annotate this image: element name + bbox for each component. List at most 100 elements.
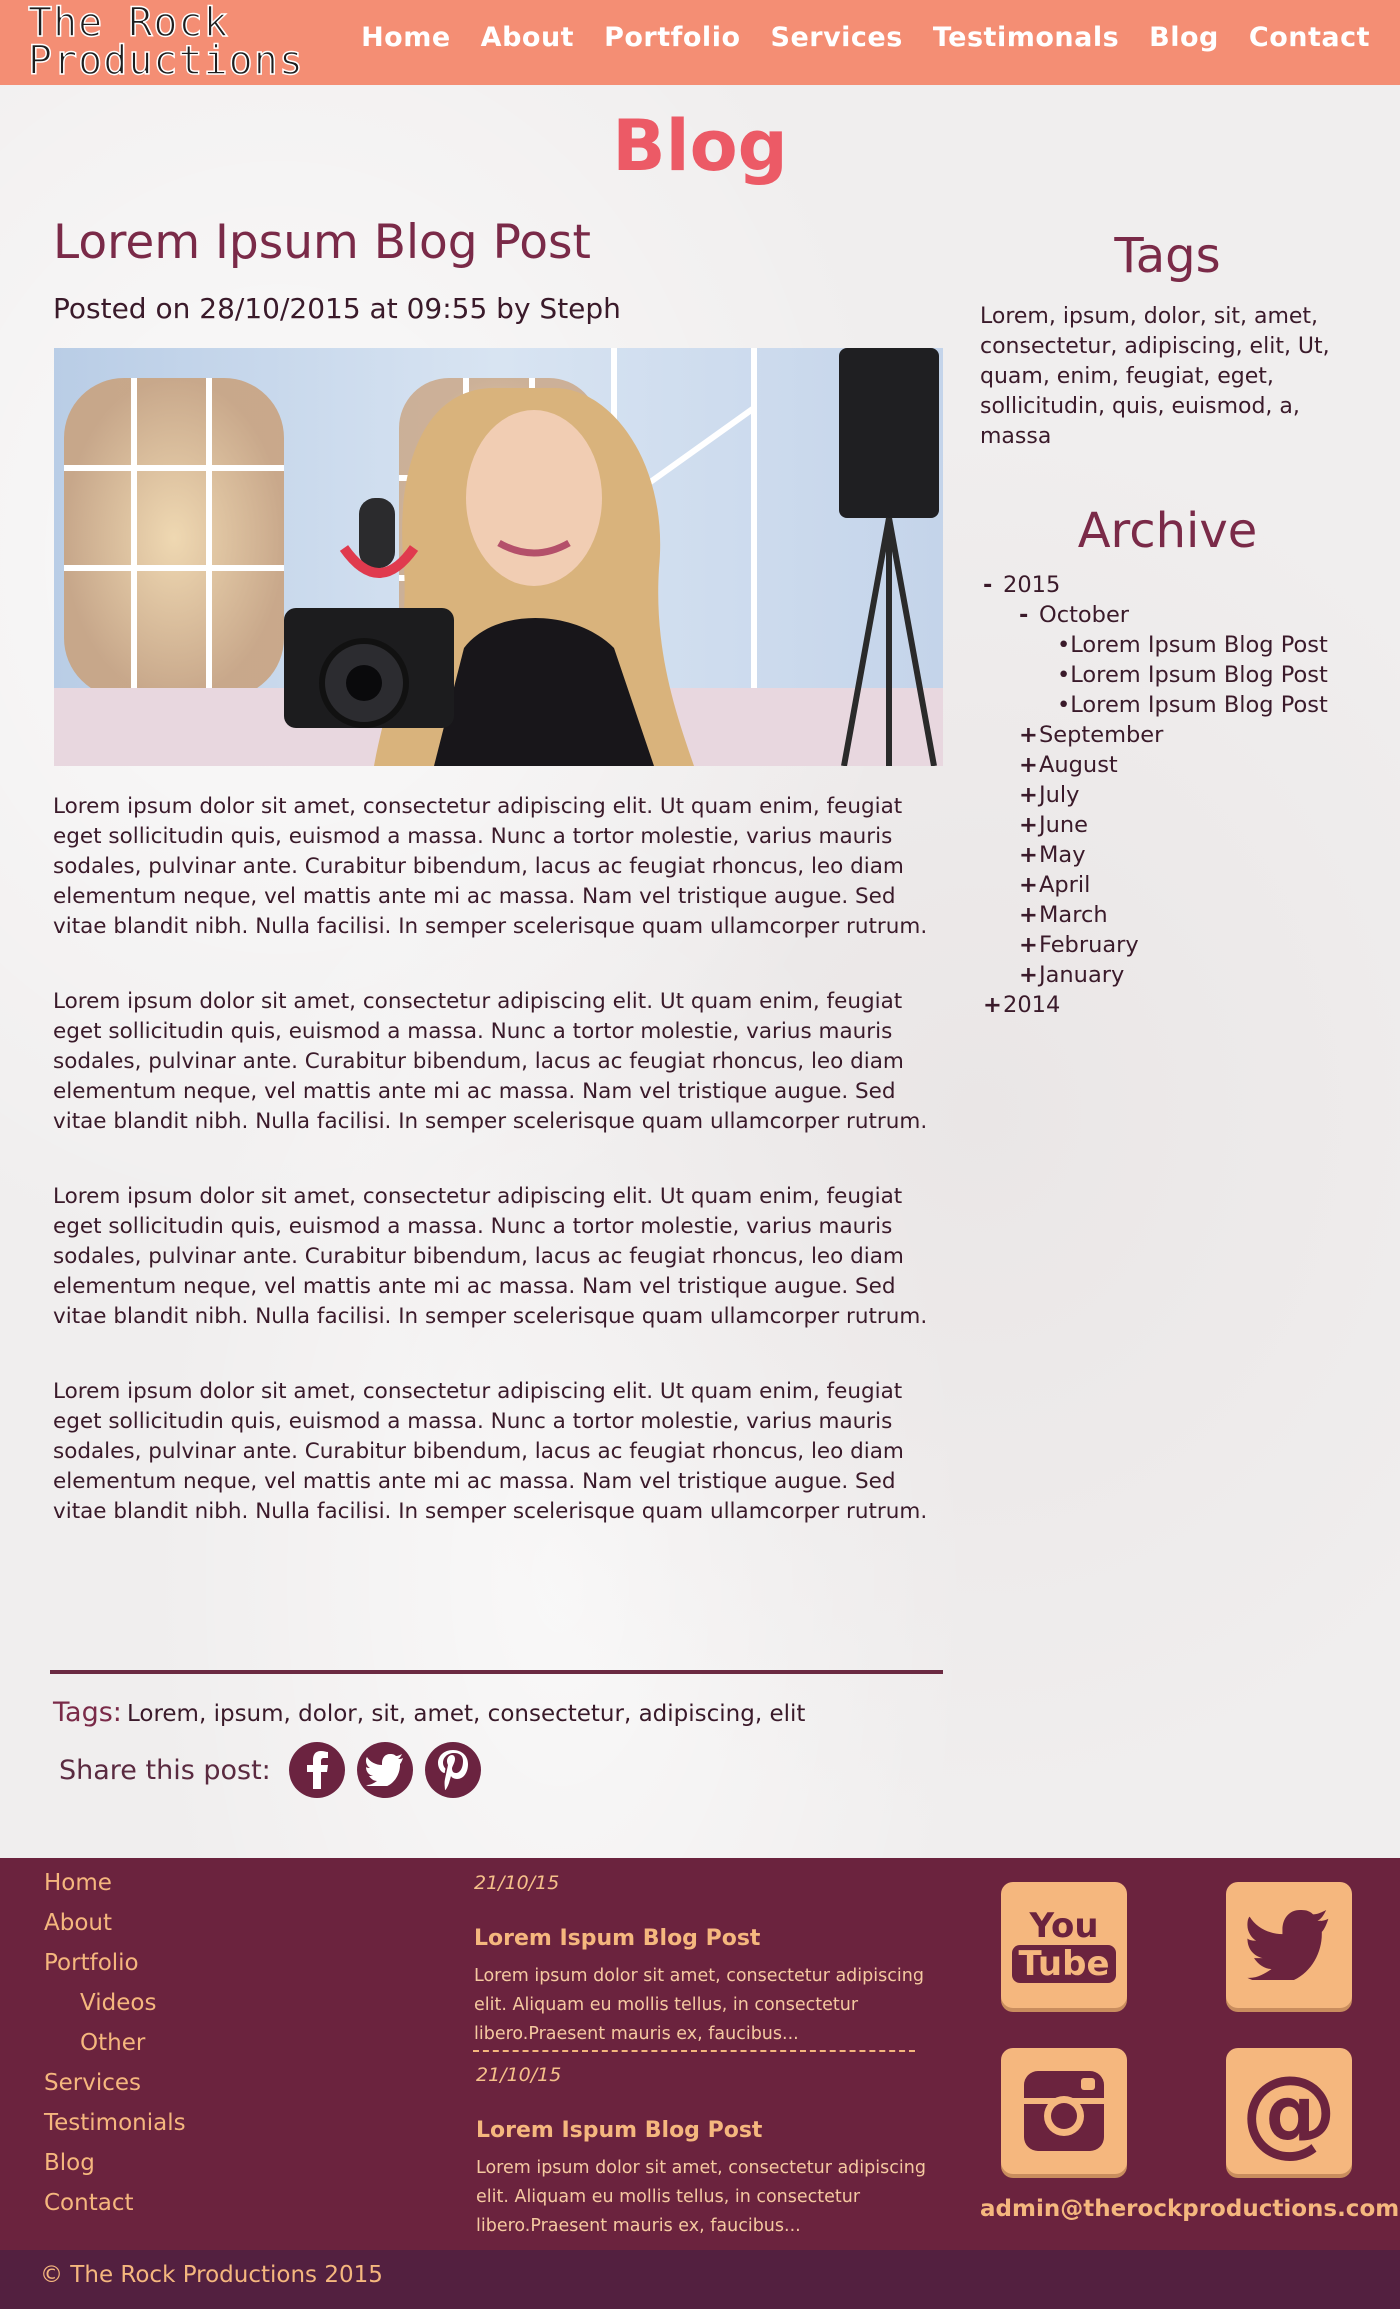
news-excerpt: Lorem ipsum dolor sit amet, consectetur … [474,1966,924,2044]
archive-month-july[interactable]: +July [1019,780,1079,810]
archive-year-label: 2014 [1003,992,1061,1018]
twitter-icon[interactable] [1226,1882,1352,2008]
post-paragraph: Lorem ipsum dolor sit amet, consectetur … [53,989,928,1134]
post-tags-values[interactable]: Lorem, ipsum, dolor, sit, amet, consecte… [127,1701,805,1727]
post-featured-image [54,348,943,766]
collapse-icon: - [1019,602,1029,628]
expand-icon: + [1019,752,1038,778]
archive-month-may[interactable]: +May [1019,840,1086,870]
archive-month-label: May [1039,842,1086,868]
nav-home[interactable]: Home [361,22,451,53]
logo-line-2: Productions [27,38,304,84]
archive-month-march[interactable]: +March [1019,900,1108,930]
expand-icon: + [1019,842,1038,868]
main-nav: Home About Portfolio Services Testimonal… [361,22,1370,53]
expand-icon: + [1019,812,1038,838]
archive-year-2014[interactable]: +2014 [983,990,1060,1020]
sidebar-tags-list[interactable]: Lorem, ipsum, dolor, sit, amet, consecte… [980,302,1365,452]
footer-link-contact[interactable]: Contact [44,2190,133,2216]
nav-contact[interactable]: Contact [1249,22,1370,53]
copyright-text: © The Rock Productions 2015 [40,2262,383,2288]
youtube-icon[interactable]: You Tube [1001,1882,1127,2008]
footer-link-portfolio[interactable]: Portfolio [44,1950,139,1976]
post-paragraph: Lorem ipsum dolor sit amet, consectetur … [53,1379,928,1524]
site-footer: Home About Portfolio Videos Other Servic… [0,1858,1400,2250]
archive-post-label: Lorem Ipsum Blog Post [1070,692,1328,718]
youtube-word-2: Tube [1012,1945,1116,1983]
post-photo [54,348,943,766]
archive-month-label: April [1039,872,1091,898]
archive-month-february[interactable]: +February [1019,930,1139,960]
post-divider [50,1670,943,1674]
archive-month-label: September [1039,722,1164,748]
footer-email[interactable]: admin@therockproductions.com [980,2196,1399,2222]
post-body: Lorem ipsum dolor sit amet, consectetur … [53,792,943,1572]
expand-icon: + [983,992,1002,1018]
archive-month-label: July [1039,782,1080,808]
footer-link-home[interactable]: Home [44,1870,112,1896]
pinterest-icon[interactable] [424,1742,481,1798]
archive-month-january[interactable]: +January [1019,960,1124,990]
twitter-icon[interactable] [356,1742,413,1798]
footer-link-videos[interactable]: Videos [80,1990,156,2016]
post-title[interactable]: Lorem Ipsum Blog Post [53,215,591,270]
news-excerpt: Lorem ipsum dolor sit amet, consectetur … [476,2158,926,2236]
archive-month-label: June [1039,812,1088,838]
archive-year-2015[interactable]: -2015 [983,570,1060,600]
expand-icon: + [1019,872,1038,898]
nav-services[interactable]: Services [771,22,903,53]
post-tags: Tags: Lorem, ipsum, dolor, sit, amet, co… [53,1697,805,1728]
archive-month-august[interactable]: +August [1019,750,1118,780]
site-header: The Rock Productions Home About Portfoli… [0,0,1400,85]
news-title[interactable]: Lorem Ispum Blog Post [476,2118,762,2143]
instagram-icon[interactable] [1001,2048,1127,2174]
archive-month-label: February [1039,932,1139,958]
archive-month-april[interactable]: +April [1019,870,1090,900]
archive-month-label: August [1039,752,1118,778]
post-meta: Posted on 28/10/2015 at 09:55 by Steph [53,292,621,325]
archive-month-june[interactable]: +June [1019,810,1088,840]
bullet-icon: • [1057,632,1071,658]
expand-icon: + [1019,932,1038,958]
footer-link-about[interactable]: About [44,1910,112,1936]
archive-post-link[interactable]: •Lorem Ipsum Blog Post [1057,630,1328,660]
archive-month-october[interactable]: - October [1019,600,1129,630]
post-tags-label: Tags: [53,1697,122,1728]
news-separator [473,2050,915,2052]
email-at-icon[interactable]: @ [1226,2048,1352,2174]
bullet-icon: • [1057,692,1071,718]
nav-about[interactable]: About [481,22,574,53]
archive-post-label: Lorem Ipsum Blog Post [1070,632,1328,658]
expand-icon: + [1019,722,1038,748]
footer-link-services[interactable]: Services [44,2070,141,2096]
news-date: 21/10/15 [476,2064,562,2086]
archive-post-link[interactable]: •Lorem Ipsum Blog Post [1057,690,1328,720]
share-bar: Share this post: [59,1742,481,1798]
facebook-icon[interactable] [288,1742,345,1798]
expand-icon: + [1019,782,1038,808]
copyright-bar: © The Rock Productions 2015 [0,2250,1400,2309]
nav-blog[interactable]: Blog [1149,22,1219,53]
bullet-icon: • [1057,662,1071,688]
sidebar-tags-heading: Tags [1114,228,1221,284]
archive-month-september[interactable]: +September [1019,720,1163,750]
post-paragraph: Lorem ipsum dolor sit amet, consectetur … [53,1184,928,1329]
expand-icon: + [1019,962,1038,988]
nav-portfolio[interactable]: Portfolio [604,22,740,53]
share-label: Share this post: [59,1754,271,1786]
archive-post-label: Lorem Ipsum Blog Post [1070,662,1328,688]
post-paragraph: Lorem ipsum dolor sit amet, consectetur … [53,794,928,939]
footer-link-testimonials[interactable]: Testimonials [44,2110,186,2136]
footer-link-blog[interactable]: Blog [44,2150,95,2176]
archive-month-label: January [1039,962,1125,988]
at-symbol: @ [1241,2055,1337,2167]
archive-month-label: October [1039,602,1130,628]
expand-icon: + [1019,902,1038,928]
nav-testimonials[interactable]: Testimonals [933,22,1119,53]
footer-link-other[interactable]: Other [80,2030,145,2056]
sidebar-archive-heading: Archive [1077,503,1258,559]
site-logo[interactable]: The Rock Productions [27,2,318,84]
page-title: Blog [612,105,788,187]
news-title[interactable]: Lorem Ispum Blog Post [474,1926,760,1951]
archive-post-link[interactable]: •Lorem Ipsum Blog Post [1057,660,1328,690]
